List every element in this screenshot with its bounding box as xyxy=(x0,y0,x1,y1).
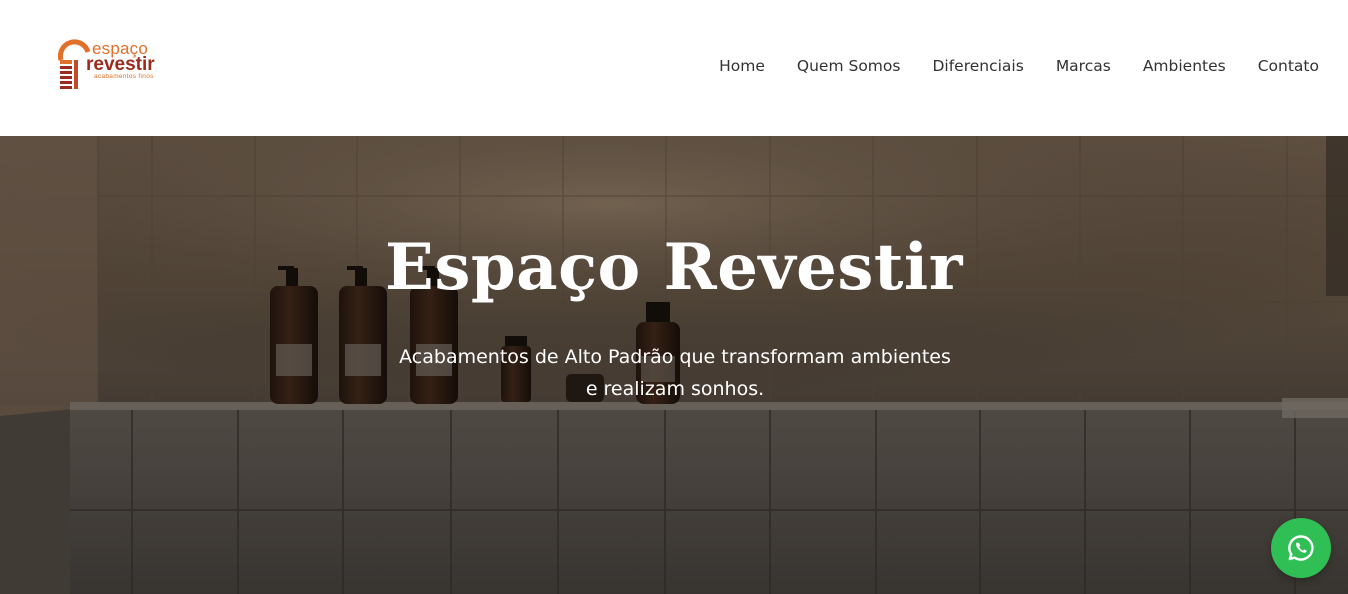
nav-ambientes[interactable]: Ambientes xyxy=(1143,55,1226,77)
hero-subtitle-line-1: Acabamentos de Alto Padrão que transform… xyxy=(399,346,951,368)
site-logo[interactable]: espaço revestir acabamentos finos xyxy=(58,38,170,94)
hero-subtitle: Acabamentos de Alto Padrão que transform… xyxy=(374,341,976,405)
hero-subtitle-line-2: e realizam sonhos. xyxy=(585,378,765,400)
nav-home[interactable]: Home xyxy=(719,55,765,77)
main-nav: Home Quem Somos Diferenciais Marcas Ambi… xyxy=(719,55,1319,77)
nav-marcas[interactable]: Marcas xyxy=(1056,55,1111,77)
nav-diferenciais[interactable]: Diferenciais xyxy=(932,55,1023,77)
hero-title: Espaço Revestir xyxy=(385,230,963,305)
hero-section: Espaço Revestir Acabamentos de Alto Padr… xyxy=(0,136,1348,594)
logo-word-revestir: revestir xyxy=(86,54,155,75)
logo-tagline: acabamentos finos xyxy=(94,73,154,80)
whatsapp-icon xyxy=(1288,535,1314,561)
whatsapp-button[interactable] xyxy=(1271,518,1331,578)
nav-quem-somos[interactable]: Quem Somos xyxy=(797,55,901,77)
site-header: espaço revestir acabamentos finos Home Q… xyxy=(0,0,1348,136)
nav-contato[interactable]: Contato xyxy=(1258,55,1319,77)
